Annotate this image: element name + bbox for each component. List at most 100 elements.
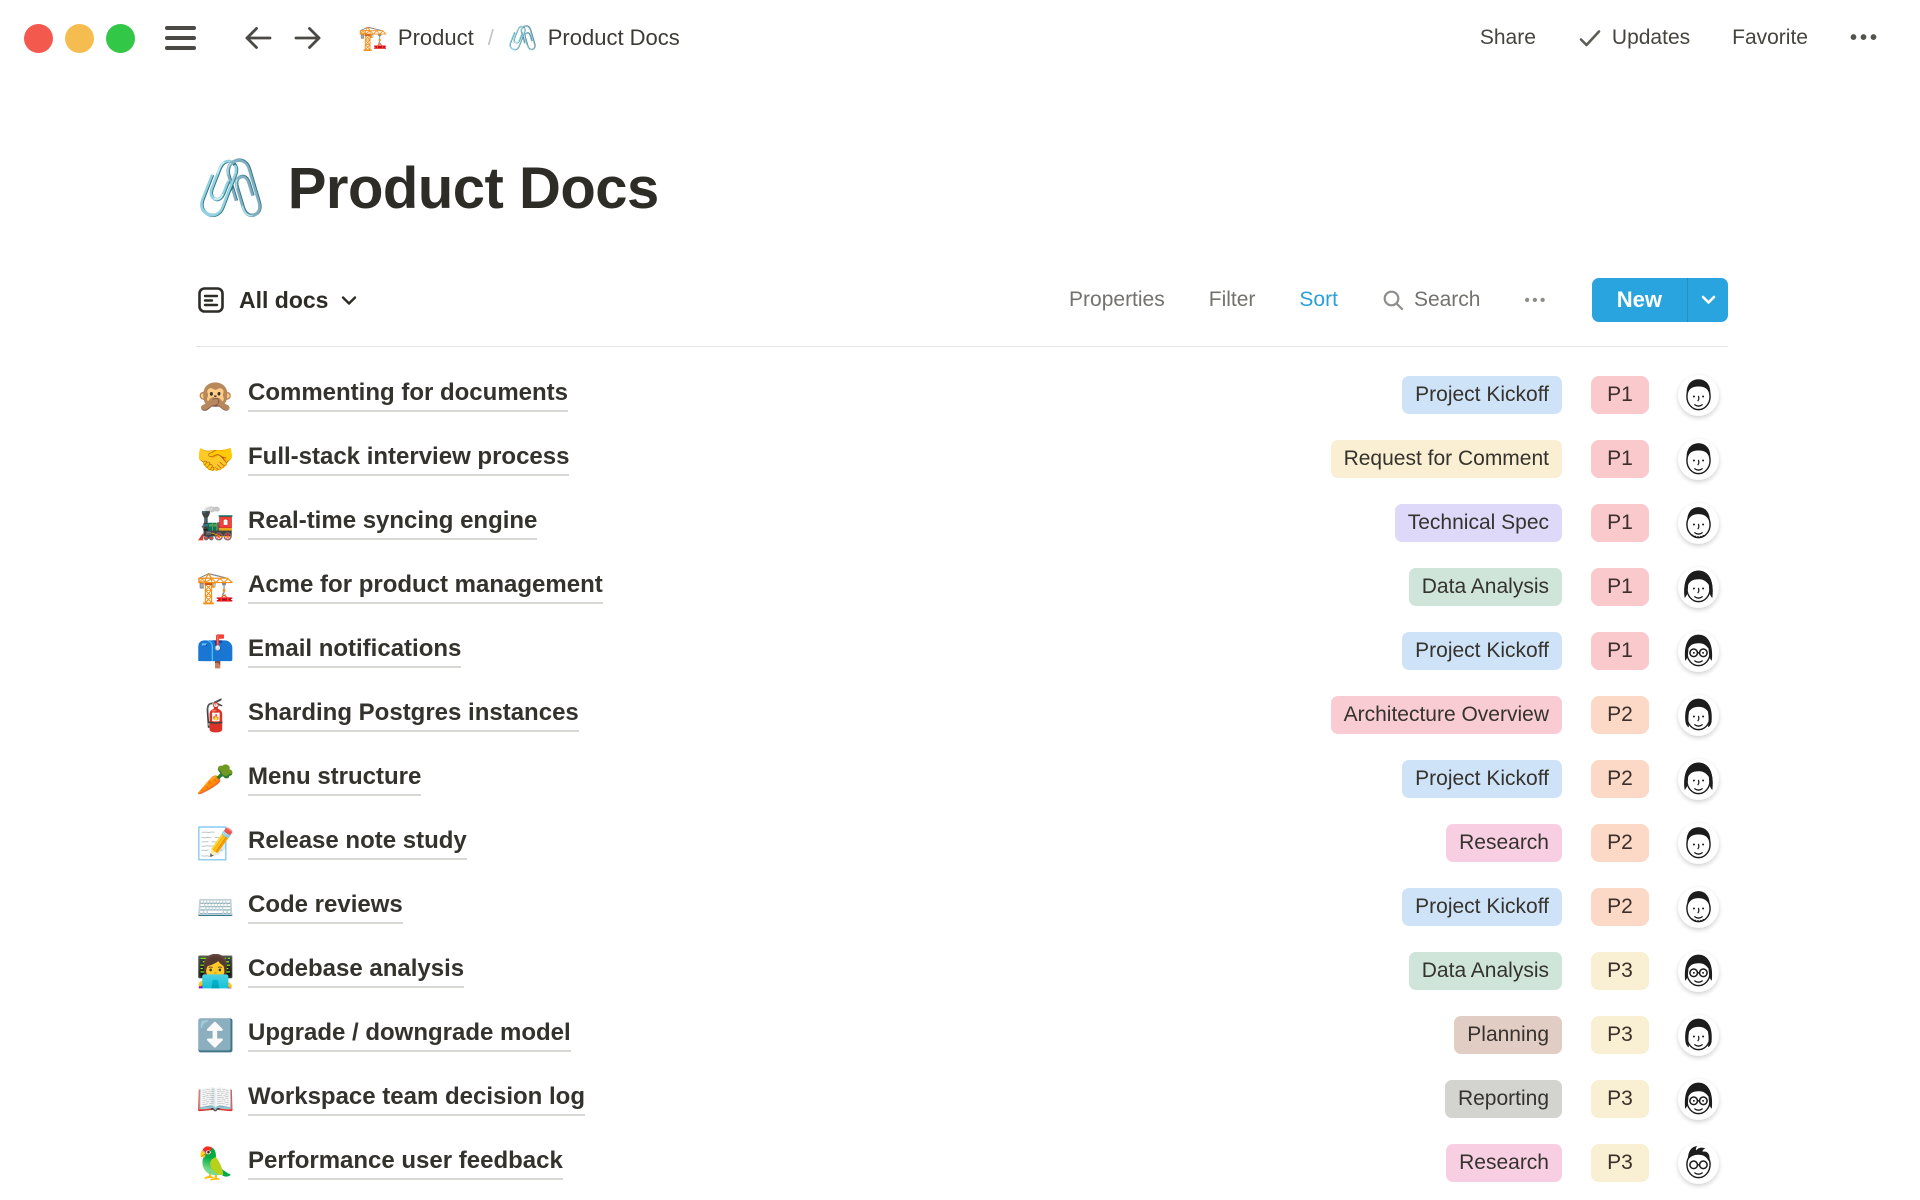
list-item[interactable]: 👩‍💻 Codebase analysis Data Analysis P3 bbox=[196, 939, 1728, 1003]
doc-title-link[interactable]: Acme for product management bbox=[248, 571, 603, 604]
doc-title-link[interactable]: Performance user feedback bbox=[248, 1147, 563, 1180]
doc-emoji-icon: 👩‍💻 bbox=[196, 956, 242, 987]
doc-type-tag[interactable]: Research bbox=[1446, 824, 1562, 862]
doc-emoji-icon: 📫 bbox=[196, 636, 242, 667]
priority-badge[interactable]: P1 bbox=[1591, 568, 1649, 606]
avatar[interactable] bbox=[1678, 631, 1719, 672]
avatar[interactable] bbox=[1678, 439, 1719, 480]
menu-icon[interactable] bbox=[165, 26, 196, 50]
avatar[interactable] bbox=[1678, 375, 1719, 416]
back-arrow-icon[interactable] bbox=[236, 16, 280, 60]
properties-button[interactable]: Properties bbox=[1069, 288, 1165, 312]
doc-type-tag[interactable]: Project Kickoff bbox=[1402, 888, 1562, 926]
doc-type-tag[interactable]: Project Kickoff bbox=[1402, 760, 1562, 798]
list-item[interactable]: 🚂 Real-time syncing engine Technical Spe… bbox=[196, 491, 1728, 555]
doc-title-link[interactable]: Real-time syncing engine bbox=[248, 507, 537, 540]
list-item[interactable]: ⌨️ Code reviews Project Kickoff P2 bbox=[196, 875, 1728, 939]
avatar[interactable] bbox=[1678, 1079, 1719, 1120]
avatar[interactable] bbox=[1678, 567, 1719, 608]
priority-badge[interactable]: P3 bbox=[1591, 952, 1649, 990]
avatar[interactable] bbox=[1678, 951, 1719, 992]
list-item[interactable]: 🏗️ Acme for product management Data Anal… bbox=[196, 555, 1728, 619]
share-button[interactable]: Share bbox=[1480, 26, 1536, 50]
doc-type-tag[interactable]: Research bbox=[1446, 1144, 1562, 1182]
priority-badge[interactable]: P2 bbox=[1591, 760, 1649, 798]
priority-badge[interactable]: P2 bbox=[1591, 888, 1649, 926]
doc-title-link[interactable]: Sharding Postgres instances bbox=[248, 699, 579, 732]
avatar[interactable] bbox=[1678, 1015, 1719, 1056]
priority-badge[interactable]: P3 bbox=[1591, 1080, 1649, 1118]
priority-badge[interactable]: P3 bbox=[1591, 1144, 1649, 1182]
priority-badge[interactable]: P1 bbox=[1591, 376, 1649, 414]
doc-emoji-icon: 🏗️ bbox=[196, 572, 242, 603]
list-item[interactable]: 🙊 Commenting for documents Project Kicko… bbox=[196, 363, 1728, 427]
doc-title-link[interactable]: Menu structure bbox=[248, 763, 421, 796]
doc-emoji-icon: 🦜 bbox=[196, 1148, 242, 1179]
page-header: 🖇️ Product Docs bbox=[196, 148, 1920, 228]
doc-type-tag[interactable]: Reporting bbox=[1445, 1080, 1562, 1118]
sort-button[interactable]: Sort bbox=[1299, 288, 1338, 312]
doc-type-tag[interactable]: Request for Comment bbox=[1331, 440, 1562, 478]
avatar[interactable] bbox=[1678, 887, 1719, 928]
priority-badge[interactable]: P3 bbox=[1591, 1016, 1649, 1054]
list-item[interactable]: ↕️ Upgrade / downgrade model Planning P3 bbox=[196, 1003, 1728, 1067]
avatar[interactable] bbox=[1678, 695, 1719, 736]
doc-emoji-icon: 🤝 bbox=[196, 444, 242, 475]
more-options-icon[interactable]: ••• bbox=[1850, 27, 1880, 50]
avatar[interactable] bbox=[1678, 1143, 1719, 1184]
breadcrumb-item-product-docs[interactable]: 🖇️ Product Docs bbox=[508, 24, 680, 53]
priority-badge[interactable]: P1 bbox=[1591, 504, 1649, 542]
doc-title-link[interactable]: Email notifications bbox=[248, 635, 461, 668]
breadcrumb-separator: / bbox=[486, 25, 496, 51]
doc-title-link[interactable]: Codebase analysis bbox=[248, 955, 464, 988]
zoom-window-button[interactable] bbox=[106, 24, 135, 53]
forward-arrow-icon[interactable] bbox=[286, 16, 330, 60]
doc-emoji-icon: 🧯 bbox=[196, 700, 242, 731]
updates-button[interactable]: Updates bbox=[1578, 26, 1690, 50]
chevron-down-icon bbox=[341, 295, 357, 306]
avatar[interactable] bbox=[1678, 823, 1719, 864]
priority-badge[interactable]: P2 bbox=[1591, 696, 1649, 734]
avatar[interactable] bbox=[1678, 759, 1719, 800]
close-window-button[interactable] bbox=[24, 24, 53, 53]
list-item[interactable]: 🤝 Full-stack interview process Request f… bbox=[196, 427, 1728, 491]
minimize-window-button[interactable] bbox=[65, 24, 94, 53]
list-item[interactable]: 🦜 Performance user feedback Research P3 bbox=[196, 1131, 1728, 1195]
doc-emoji-icon: 🥕 bbox=[196, 764, 242, 795]
page-paperclips-emoji-icon[interactable]: 🖇️ bbox=[196, 160, 266, 216]
priority-badge[interactable]: P1 bbox=[1591, 632, 1649, 670]
doc-title-link[interactable]: Release note study bbox=[248, 827, 467, 860]
list-item[interactable]: 🧯 Sharding Postgres instances Architectu… bbox=[196, 683, 1728, 747]
list-item[interactable]: 🥕 Menu structure Project Kickoff P2 bbox=[196, 747, 1728, 811]
doc-title-link[interactable]: Upgrade / downgrade model bbox=[248, 1019, 571, 1052]
view-selector[interactable]: All docs bbox=[196, 285, 357, 315]
list-item[interactable]: 📝 Release note study Research P2 bbox=[196, 811, 1728, 875]
doc-title-link[interactable]: Code reviews bbox=[248, 891, 403, 924]
doc-type-tag[interactable]: Planning bbox=[1454, 1016, 1562, 1054]
filter-button[interactable]: Filter bbox=[1209, 288, 1256, 312]
doc-list-icon bbox=[196, 285, 226, 315]
new-button-dropdown[interactable] bbox=[1687, 278, 1728, 322]
doc-emoji-icon: 🚂 bbox=[196, 508, 242, 539]
breadcrumb-item-product[interactable]: 🏗️ Product bbox=[358, 24, 474, 53]
new-button[interactable]: New bbox=[1592, 278, 1687, 322]
doc-type-tag[interactable]: Data Analysis bbox=[1409, 568, 1562, 606]
doc-type-tag[interactable]: Project Kickoff bbox=[1402, 632, 1562, 670]
search-button[interactable]: Search bbox=[1382, 288, 1481, 312]
list-item[interactable]: 📫 Email notifications Project Kickoff P1 bbox=[196, 619, 1728, 683]
priority-badge[interactable]: P1 bbox=[1591, 440, 1649, 478]
doc-type-tag[interactable]: Technical Spec bbox=[1395, 504, 1562, 542]
priority-badge[interactable]: P2 bbox=[1591, 824, 1649, 862]
doc-type-tag[interactable]: Architecture Overview bbox=[1331, 696, 1562, 734]
doc-type-tag[interactable]: Project Kickoff bbox=[1402, 376, 1562, 414]
doc-emoji-icon: 🙊 bbox=[196, 380, 242, 411]
toolbar-more-icon[interactable]: ••• bbox=[1524, 292, 1547, 309]
doc-title-link[interactable]: Commenting for documents bbox=[248, 379, 568, 412]
favorite-button[interactable]: Favorite bbox=[1732, 26, 1808, 50]
new-button-group: New bbox=[1592, 278, 1728, 322]
doc-type-tag[interactable]: Data Analysis bbox=[1409, 952, 1562, 990]
doc-title-link[interactable]: Full-stack interview process bbox=[248, 443, 569, 476]
list-item[interactable]: 📖 Workspace team decision log Reporting … bbox=[196, 1067, 1728, 1131]
avatar[interactable] bbox=[1678, 503, 1719, 544]
doc-title-link[interactable]: Workspace team decision log bbox=[248, 1083, 585, 1116]
